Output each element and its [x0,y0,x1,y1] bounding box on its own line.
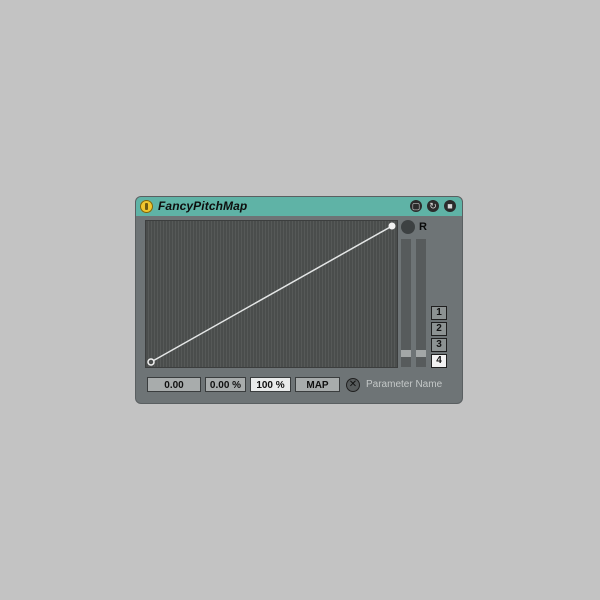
range-slider-max[interactable] [416,239,426,367]
config-icon[interactable]: ↻ [427,200,439,212]
record-button[interactable] [401,220,415,234]
device-title-bar[interactable]: FancyPitchMap ▢ ↻ ■ [136,197,462,216]
slot-button-3[interactable]: 3 [431,338,447,352]
parameter-name-label: Parameter Name [366,379,443,390]
mapping-curve-graph[interactable] [145,220,398,368]
map-button[interactable]: MAP [295,377,340,392]
slot-button-4[interactable]: 4 [431,354,447,368]
device-panel: FancyPitchMap ▢ ↻ ■ R 1 2 3 4 0.00 0.00 … [136,197,462,403]
window-icon[interactable]: ▢ [410,200,422,212]
device-title: FancyPitchMap [158,199,248,213]
slider-thumb[interactable] [416,349,426,357]
clear-mapping-icon[interactable]: ✕ [346,378,360,392]
slot-button-2[interactable]: 2 [431,322,447,336]
slot-button-1[interactable]: 1 [431,306,447,320]
curve-start-point[interactable] [147,358,155,366]
min-percent-field[interactable]: 0.00 % [205,377,246,392]
save-icon[interactable]: ■ [444,200,456,212]
record-label: R [419,221,427,233]
max-percent-field[interactable]: 100 % [250,377,291,392]
curve-end-point[interactable] [388,222,396,230]
slider-thumb[interactable] [401,349,411,357]
min-value-field[interactable]: 0.00 [147,377,201,392]
power-icon[interactable] [140,200,153,213]
mapping-curve-svg [147,222,396,366]
mapping-curve-line [150,225,393,363]
range-slider-min[interactable] [401,239,411,367]
